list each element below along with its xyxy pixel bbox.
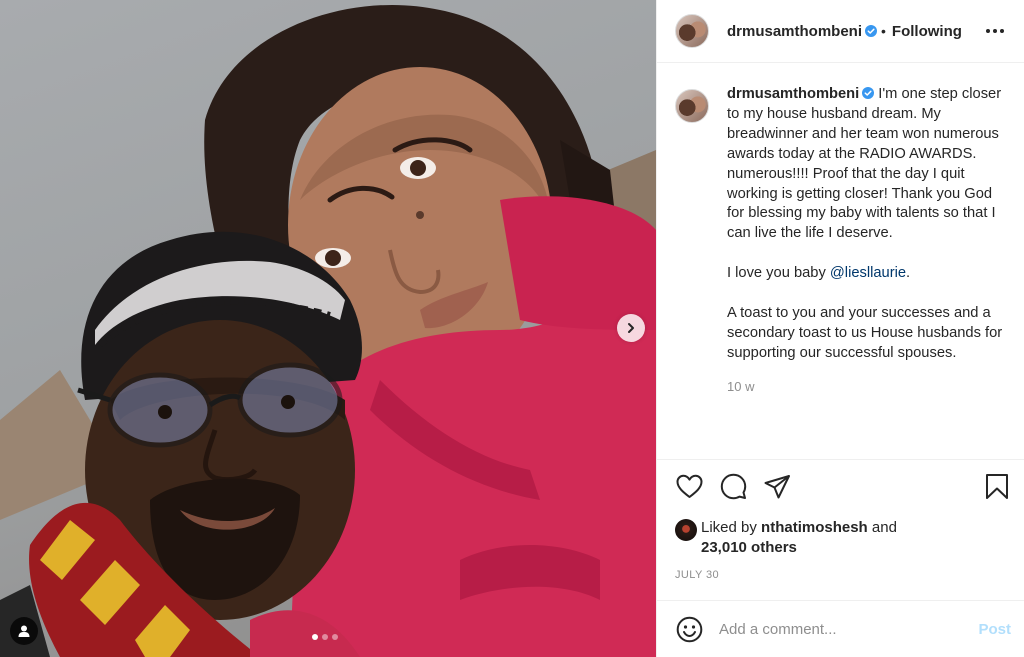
likes-summary: Liked by nthatimoshesh and 23,010 others	[675, 518, 1015, 558]
header-separator: •	[881, 23, 886, 39]
share-button[interactable]	[763, 473, 791, 501]
heart-icon	[676, 474, 702, 498]
mention-link[interactable]: @liesllaurie	[830, 265, 906, 281]
more-options-icon[interactable]	[984, 23, 1006, 39]
bookmark-icon	[986, 474, 1008, 499]
user-tag-icon	[18, 625, 30, 637]
carousel-dot-2	[322, 634, 328, 640]
caption-paragraph-1: drmusamthombeni I'm one step closer to m…	[727, 85, 1006, 244]
comments-section: drmusamthombeni I'm one step closer to m…	[657, 63, 1024, 459]
carousel-next-button[interactable]	[617, 314, 645, 342]
carousel-dot-3	[332, 634, 338, 640]
verified-badge-icon	[865, 25, 878, 37]
emoji-smiley-icon	[676, 616, 702, 642]
likes-mid: and	[867, 519, 897, 536]
like-button[interactable]	[675, 473, 703, 501]
likes-text: Liked by nthatimoshesh and 23,010 others	[701, 518, 897, 558]
selfie-illustration	[0, 4, 656, 657]
author-avatar[interactable]	[675, 14, 709, 48]
caption-author-avatar[interactable]	[675, 89, 709, 123]
caption-paragraph-3: A toast to you and your successes and a …	[727, 304, 1003, 361]
paper-plane-icon	[764, 475, 790, 499]
post-photo[interactable]	[0, 0, 656, 657]
add-comment-bar: Post	[657, 600, 1024, 657]
likes-prefix: Liked by	[701, 519, 762, 536]
author-username[interactable]: drmusamthombeni	[727, 23, 862, 40]
caption-text-2: I love you baby	[727, 265, 830, 282]
liker-username[interactable]: nthatimoshesh	[761, 519, 868, 536]
caption-container: drmusamthombeni I'm one step closer to m…	[727, 85, 1006, 459]
carousel-dot-1	[312, 634, 318, 640]
comment-input[interactable]	[719, 620, 979, 638]
caption-time-ago[interactable]: 10 w	[727, 379, 1006, 394]
caption-text-1: I'm one step closer to my house husband …	[727, 86, 1002, 242]
post-date[interactable]: JULY 30	[675, 569, 719, 581]
caption-username[interactable]: drmusamthombeni	[727, 86, 859, 102]
chevron-right-icon	[628, 323, 634, 333]
following-button[interactable]: Following	[892, 23, 962, 40]
caption-text-2-end: .	[906, 265, 911, 282]
post-comment-button[interactable]: Post	[978, 621, 1011, 638]
comment-button[interactable]	[719, 473, 747, 501]
save-button[interactable]	[983, 473, 1011, 501]
tagged-users-button[interactable]	[10, 617, 38, 645]
comment-bubble-icon	[720, 473, 746, 500]
caption-paragraph-2: I love you baby @liesllaurie.	[727, 264, 1006, 284]
likes-count[interactable]: 23,010 others	[701, 539, 797, 556]
liker-avatar[interactable]	[675, 519, 697, 541]
action-bar	[657, 459, 1024, 513]
verified-badge-icon	[862, 87, 875, 99]
post-caption: drmusamthombeni I'm one step closer to m…	[727, 85, 1006, 364]
post-details-panel: drmusamthombeni • Following drmusamthomb…	[656, 0, 1024, 657]
emoji-button[interactable]	[675, 615, 703, 643]
post-header: drmusamthombeni • Following	[657, 0, 1024, 63]
carousel-indicator	[312, 634, 338, 640]
